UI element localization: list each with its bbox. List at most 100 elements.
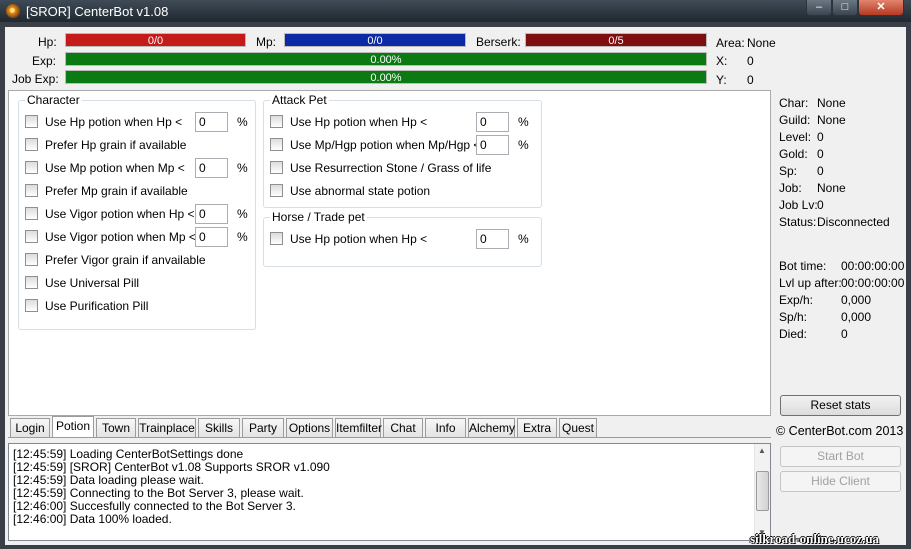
character-checkbox[interactable]	[25, 115, 38, 128]
log-box[interactable]: [12:45:59] Loading CenterBotSettings don…	[8, 443, 771, 541]
attack-pet-option-label[interactable]: Use Hp potion when Hp <	[290, 115, 427, 129]
copyright-text: © CenterBot.com 2013	[776, 424, 904, 438]
x-value: 0	[747, 54, 754, 68]
character-checkbox[interactable]	[25, 253, 38, 266]
hp-bar: 0/0	[65, 33, 246, 47]
horse-group-title: Horse / Trade pet	[270, 210, 367, 224]
horse-row: Use Hp potion when Hp < 0%	[270, 229, 534, 249]
attack-pet-checkbox[interactable]	[270, 184, 283, 197]
tab-itemfilter[interactable]: Itemfilter	[335, 418, 382, 437]
bottime-value: 00:00:00:00	[841, 259, 905, 273]
tab-info[interactable]: Info	[425, 418, 466, 437]
character-threshold-input[interactable]: 0	[195, 112, 228, 132]
tab-town[interactable]: Town	[96, 418, 136, 437]
attack-pet-group-title: Attack Pet	[270, 93, 329, 107]
character-option-label[interactable]: Use Hp potion when Hp <	[45, 115, 182, 129]
character-checkbox[interactable]	[25, 230, 38, 243]
tab-quest[interactable]: Quest	[559, 418, 597, 437]
tab-skills[interactable]: Skills	[198, 418, 240, 437]
character-option-label[interactable]: Prefer Mp grain if available	[45, 184, 188, 198]
character-row: Use Hp potion when Hp < 0%	[25, 112, 253, 132]
window-title: [SROR] CenterBot v1.08	[26, 4, 169, 19]
area-label: Area:	[716, 36, 745, 50]
character-checkbox[interactable]	[25, 276, 38, 289]
character-option-label[interactable]: Use Mp potion when Mp <	[45, 161, 185, 175]
died-value: 0	[841, 327, 848, 341]
reset-stats-button[interactable]: Reset stats	[780, 395, 901, 416]
attack-pet-option-label[interactable]: Use abnormal state potion	[290, 184, 430, 198]
minimize-button[interactable]: –	[806, 0, 832, 16]
tab-login[interactable]: Login	[10, 418, 50, 437]
hp-label: Hp:	[38, 35, 57, 49]
sp-value: 0	[817, 164, 824, 178]
gold-value: 0	[817, 147, 824, 161]
attack-pet-threshold-input[interactable]: 0	[476, 135, 509, 155]
x-label: X:	[716, 54, 728, 68]
sph-value: 0,000	[841, 310, 872, 324]
character-percent-sign: %	[237, 207, 248, 221]
attack-pet-row: Use Hp potion when Hp < 0%	[270, 112, 534, 132]
tab-trainplace[interactable]: Trainplace	[138, 418, 196, 437]
character-threshold-input[interactable]: 0	[195, 204, 228, 224]
jobexp-bar: 0.00%	[65, 70, 707, 84]
attack-pet-checkbox[interactable]	[270, 115, 283, 128]
hide-client-button[interactable]: Hide Client	[780, 471, 901, 492]
close-button[interactable]: ✕	[858, 0, 904, 16]
maximize-button[interactable]: □	[832, 0, 858, 16]
attack-pet-row: Use Mp/Hgp potion when Mp/Hgp <0%	[270, 135, 534, 155]
guild-value: None	[817, 113, 846, 127]
character-option-label[interactable]: Prefer Hp grain if available	[45, 138, 186, 152]
character-option-label[interactable]: Use Vigor potion when Hp <	[45, 207, 195, 221]
attack-pet-checkbox[interactable]	[270, 138, 283, 151]
attack-pet-checkbox[interactable]	[270, 161, 283, 174]
horse-checkbox[interactable]	[270, 232, 283, 245]
character-percent-sign: %	[237, 161, 248, 175]
character-percent-sign: %	[237, 115, 248, 129]
tab-chat[interactable]: Chat	[383, 418, 423, 437]
character-threshold-input[interactable]: 0	[195, 158, 228, 178]
tab-alchemy[interactable]: Alchemy	[468, 418, 515, 437]
job-label: Job:	[779, 181, 802, 195]
character-checkbox[interactable]	[25, 161, 38, 174]
character-option-label[interactable]: Use Purification Pill	[45, 299, 148, 313]
character-checkbox[interactable]	[25, 207, 38, 220]
character-option-label[interactable]: Use Universal Pill	[45, 276, 139, 290]
title-bar[interactable]: [SROR] CenterBot v1.08 – □ ✕	[0, 0, 911, 22]
start-bot-button[interactable]: Start Bot	[780, 446, 901, 467]
character-checkbox[interactable]	[25, 138, 38, 151]
berserk-value: 0/5	[608, 35, 624, 47]
exp-label: Exp:	[32, 54, 57, 68]
horse-threshold-input[interactable]: 0	[476, 229, 509, 249]
tab-extra[interactable]: Extra	[517, 418, 557, 437]
log-line: [12:45:59] Connecting to the Bot Server …	[13, 486, 304, 500]
horse-option-label[interactable]: Use Hp potion when Hp <	[290, 232, 427, 246]
berserk-label: Berserk:	[476, 35, 521, 49]
scroll-up-icon[interactable]: ▲	[758, 446, 766, 455]
horse-group: Horse / Trade pet Use Hp potion when Hp …	[263, 210, 542, 267]
level-value: 0	[817, 130, 824, 144]
attack-pet-option-label[interactable]: Use Resurrection Stone / Grass of life	[290, 161, 491, 175]
char-label: Char:	[779, 96, 809, 110]
character-checkbox[interactable]	[25, 184, 38, 197]
tab-party[interactable]: Party	[242, 418, 284, 437]
character-option-label[interactable]: Use Vigor potion when Mp <	[45, 230, 196, 244]
potion-panel: Character Use Hp potion when Hp < 0% Prefe…	[8, 90, 771, 416]
character-threshold-input[interactable]: 0	[195, 227, 228, 247]
tab-potion[interactable]: Potion	[52, 416, 94, 438]
mp-value: 0/0	[367, 35, 383, 47]
berserk-bar: 0/5	[525, 33, 707, 47]
character-row: Use Mp potion when Mp < 0%	[25, 158, 253, 178]
attack-pet-threshold-input[interactable]: 0	[476, 112, 509, 132]
jobexp-value: 0.00%	[370, 72, 402, 84]
lvlup-label: Lvl up after:	[779, 276, 842, 290]
character-checkbox[interactable]	[25, 299, 38, 312]
exp-value: 0.00%	[370, 54, 402, 66]
scroll-thumb[interactable]	[756, 471, 769, 511]
log-scrollbar[interactable]: ▲ ▼	[754, 444, 770, 540]
tab-options[interactable]: Options	[286, 418, 333, 437]
status-value: Disconnected	[817, 215, 890, 229]
attack-pet-option-label[interactable]: Use Mp/Hgp potion when Mp/Hgp <	[290, 138, 480, 152]
character-row: Use Purification Pill	[25, 298, 253, 314]
character-option-label[interactable]: Prefer Vigor grain if anvailable	[45, 253, 206, 267]
character-group: Character Use Hp potion when Hp < 0% Prefe…	[18, 93, 256, 330]
